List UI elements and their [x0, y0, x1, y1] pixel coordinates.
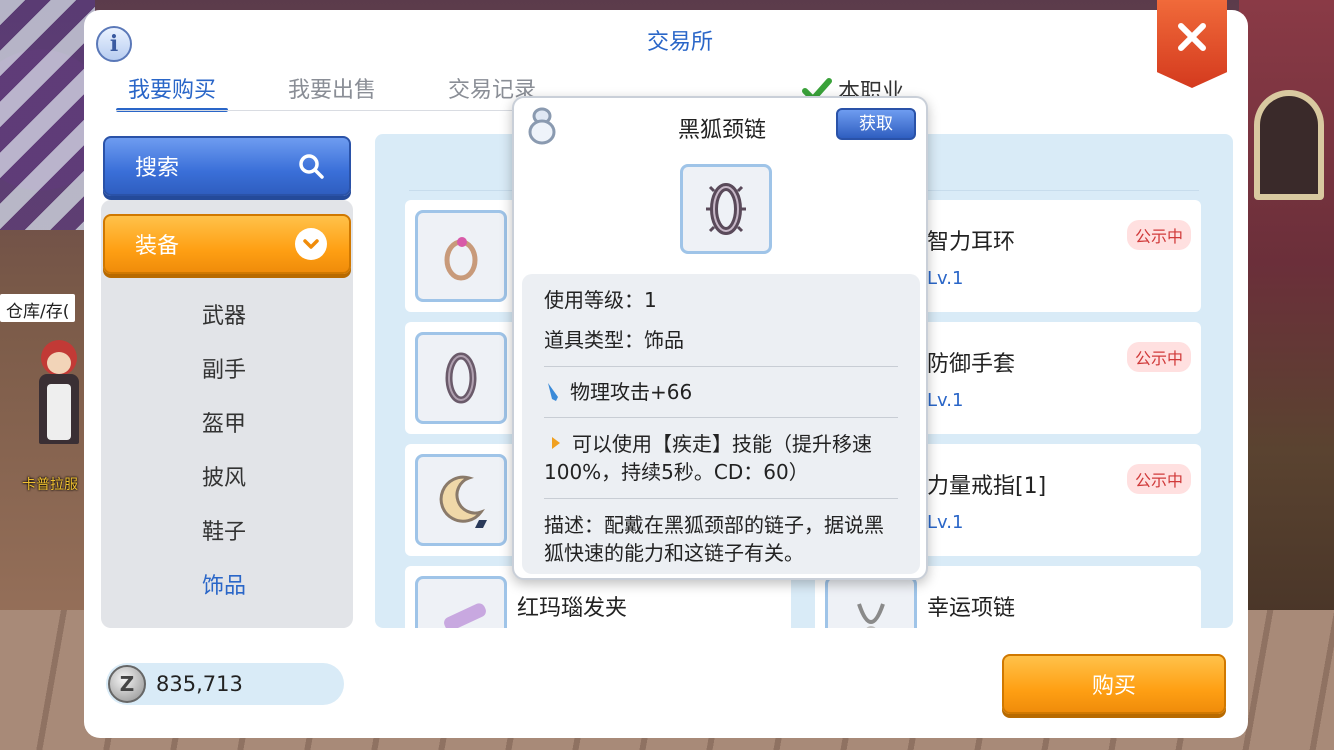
kafra-npc[interactable] [35, 340, 83, 450]
attack-value: 物理攻击+66 [570, 380, 693, 404]
obtain-button[interactable]: 获取 [836, 108, 916, 140]
attack-stat: 物理攻击+66 [544, 373, 898, 411]
collar-icon [415, 332, 507, 424]
category-label: 装备 [135, 234, 180, 259]
item-level: Lv.1 [927, 390, 964, 411]
search-label: 搜索 [135, 156, 180, 181]
item-name: 红玛瑙发夹 [517, 596, 628, 621]
item-name: 智力耳环 [927, 230, 1016, 255]
buy-button[interactable]: 购买 [1002, 654, 1226, 714]
divider [544, 366, 898, 367]
item-name: 防御手套 [927, 352, 1016, 377]
subcategory-offhand[interactable]: 副手 [95, 344, 353, 398]
subcategory-accessory[interactable]: 饰品 [95, 560, 353, 614]
use-level: 使用等级：1 [544, 288, 657, 312]
zeny-balance: Z 835,713 [106, 663, 344, 705]
search-icon [299, 154, 324, 179]
market-awning [0, 0, 95, 230]
status-badge: 公示中 [1126, 464, 1191, 494]
skill-effect: 可以使用【疾走】技能（提升移速100%，持续5秒。CD：60） [544, 424, 898, 492]
subcategory-shoes[interactable]: 鞋子 [95, 506, 353, 560]
moon-icon [415, 454, 507, 546]
tab-buy[interactable]: 我要购买 [116, 70, 229, 112]
item-description: 描述：配戴在黑狐颈部的链子，据说黑狐快速的能力和这链子有关。 [544, 513, 884, 565]
item-name: 幸运项链 [927, 596, 1016, 621]
tooltip-details: 使用等级：1 道具类型：饰品 物理攻击+66 可以使用【疾走】技能（提升移速10… [522, 274, 920, 574]
category-dropdown-equipment[interactable]: 装备 [103, 214, 351, 274]
subcategory-list: 武器 副手 盔甲 披风 鞋子 饰品 [101, 290, 353, 614]
item-level: Lv.1 [927, 512, 964, 533]
divider [544, 498, 898, 499]
item-name: 力量戒指[1] [927, 474, 1047, 499]
tab-sell[interactable]: 我要出售 [276, 70, 388, 112]
skill-text: 可以使用【疾走】技能（提升移速100%，持续5秒。CD：60） [544, 432, 872, 484]
zeny-value: 835,713 [156, 672, 243, 696]
dialog-title: 交易所 [646, 30, 713, 55]
divider [544, 417, 898, 418]
status-badge: 公示中 [1126, 220, 1191, 250]
info-icon[interactable]: i [96, 26, 132, 62]
status-badge: 公示中 [1126, 342, 1191, 372]
npc-tag[interactable]: 仓库/存( [0, 294, 76, 322]
collar-icon [680, 164, 772, 254]
hairpin-icon [415, 576, 507, 628]
building-window [1254, 90, 1324, 200]
subcategory-cloak[interactable]: 披风 [95, 452, 353, 506]
zeny-coin-icon: Z [108, 665, 146, 703]
necklace-icon [825, 576, 917, 628]
search-button[interactable]: 搜索 [103, 136, 351, 196]
item-tooltip: 黑狐颈链 获取 使用等级：1 道具类型：饰品 物理攻击+66 可以使用【疾走】技… [512, 96, 928, 580]
subcategory-armor[interactable]: 盔甲 [95, 398, 353, 452]
chevron-down-icon [295, 228, 327, 260]
subcategory-weapon[interactable]: 武器 [95, 290, 353, 344]
item-type: 道具类型：饰品 [544, 328, 684, 352]
arrow-right-icon [552, 437, 560, 449]
close-button[interactable] [1157, 0, 1227, 88]
npc-name: 卡普拉服 [22, 477, 78, 493]
sword-icon [548, 383, 558, 401]
close-icon [1178, 23, 1206, 51]
tab-divider [116, 110, 526, 111]
ring-icon [415, 210, 507, 302]
item-level: Lv.1 [927, 268, 964, 289]
